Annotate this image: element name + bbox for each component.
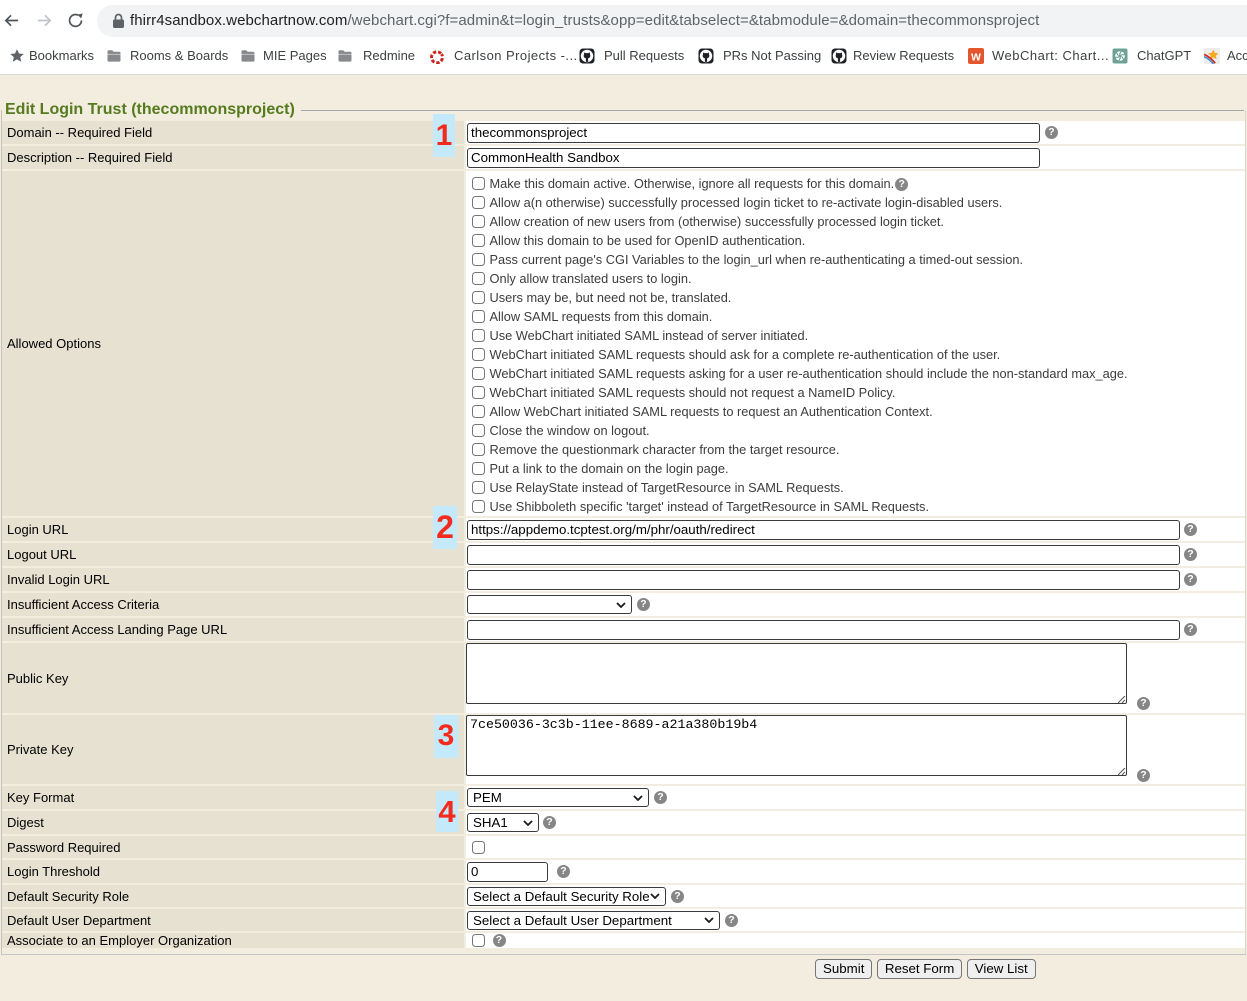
svg-text:w: w [970,50,981,64]
